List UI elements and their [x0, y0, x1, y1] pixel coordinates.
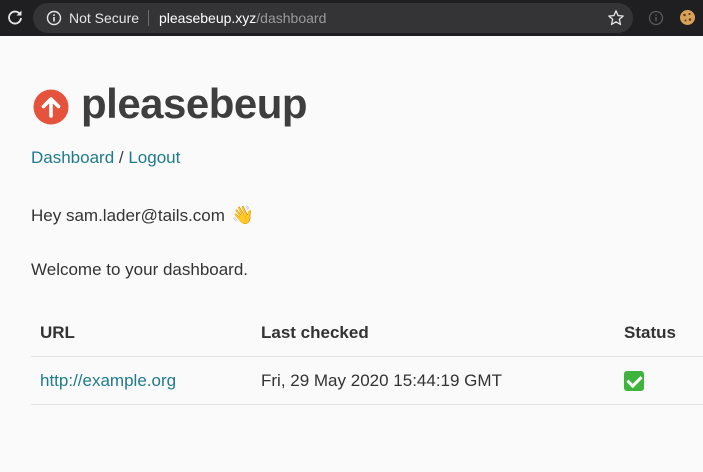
- waving-hand-icon: 👋: [231, 205, 255, 225]
- check-mark-icon: [624, 370, 644, 391]
- url-text[interactable]: pleasebeup.xyz/dashboard: [159, 10, 326, 26]
- table-header-row: URL Last checked Status: [31, 310, 703, 357]
- info-icon[interactable]: [46, 10, 62, 26]
- dashboard-link[interactable]: Dashboard: [31, 148, 114, 167]
- column-header-last-checked: Last checked: [252, 310, 615, 357]
- column-header-url: URL: [31, 310, 252, 357]
- cookie-icon[interactable]: [679, 9, 696, 26]
- address-bar[interactable]: Not Secure pleasebeup.xyz/dashboard: [33, 3, 633, 33]
- column-header-status: Status: [615, 310, 703, 357]
- greeting-text: Hey sam.lader@tails.com: [31, 206, 225, 225]
- monitored-url-link[interactable]: http://example.org: [40, 371, 176, 390]
- star-icon[interactable]: [607, 9, 625, 27]
- security-label[interactable]: Not Secure: [69, 10, 139, 26]
- arrow-up-circle-icon: [33, 89, 69, 125]
- checks-table: URL Last checked Status http://example.o…: [31, 310, 703, 405]
- logout-link[interactable]: Logout: [128, 148, 180, 167]
- browser-toolbar: Not Secure pleasebeup.xyz/dashboard: [0, 0, 703, 36]
- url-host: pleasebeup.xyz: [159, 10, 257, 26]
- status-cell: [615, 356, 703, 405]
- last-checked-cell: Fri, 29 May 2020 15:44:19 GMT: [252, 356, 615, 405]
- reload-icon[interactable]: [5, 8, 25, 28]
- url-path: /dashboard: [256, 10, 327, 26]
- table-row: http://example.org Fri, 29 May 2020 15:4…: [31, 356, 703, 405]
- page-title: pleasebeup: [81, 80, 308, 127]
- url-cell: http://example.org: [31, 356, 252, 405]
- nav-links: Dashboard / Logout: [31, 148, 180, 168]
- greeting: Hey sam.lader@tails.com 👋: [31, 205, 254, 226]
- url-separator: [148, 10, 149, 26]
- nav-separator: /: [114, 148, 129, 167]
- extension-info-icon[interactable]: [648, 10, 664, 26]
- welcome-message: Welcome to your dashboard.: [31, 260, 249, 279]
